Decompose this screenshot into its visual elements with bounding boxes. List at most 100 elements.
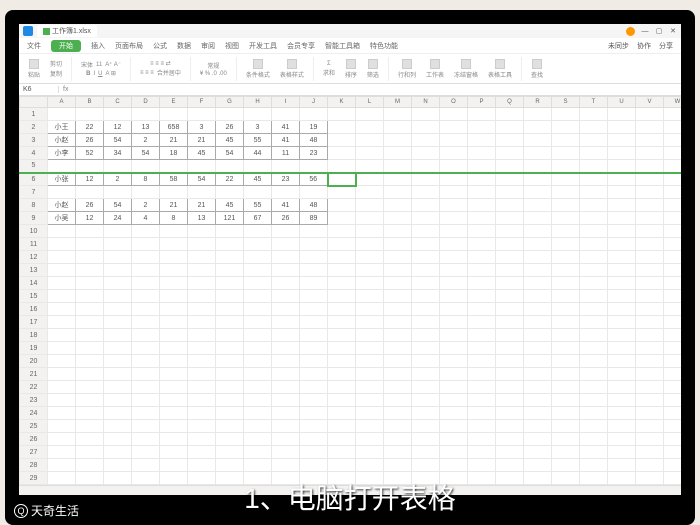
cell[interactable]: [272, 329, 300, 342]
cell[interactable]: [48, 446, 76, 459]
cell[interactable]: [356, 212, 384, 225]
cell[interactable]: [664, 459, 682, 472]
cell[interactable]: 22: [216, 173, 244, 186]
cell[interactable]: [552, 459, 580, 472]
cell[interactable]: [468, 433, 496, 446]
cell[interactable]: [188, 355, 216, 368]
cell[interactable]: [76, 420, 104, 433]
cell[interactable]: [244, 160, 272, 173]
cell[interactable]: [664, 290, 682, 303]
cell[interactable]: [440, 147, 468, 160]
cell[interactable]: [356, 121, 384, 134]
cell[interactable]: [244, 394, 272, 407]
cell[interactable]: [552, 238, 580, 251]
merge-button[interactable]: 合并居中: [157, 68, 181, 77]
cell[interactable]: [104, 277, 132, 290]
cell[interactable]: [160, 420, 188, 433]
cell[interactable]: [384, 316, 412, 329]
cell[interactable]: [496, 290, 524, 303]
cell[interactable]: [216, 368, 244, 381]
collab-button[interactable]: 协作: [637, 41, 651, 51]
cell[interactable]: [412, 420, 440, 433]
cell[interactable]: [160, 251, 188, 264]
cell[interactable]: [496, 251, 524, 264]
cell[interactable]: [664, 420, 682, 433]
cell[interactable]: [76, 368, 104, 381]
cell[interactable]: [272, 446, 300, 459]
cell[interactable]: [188, 459, 216, 472]
cell[interactable]: [384, 407, 412, 420]
cell[interactable]: [468, 394, 496, 407]
cell[interactable]: [48, 303, 76, 316]
cell[interactable]: [384, 108, 412, 121]
cell[interactable]: [132, 303, 160, 316]
cell[interactable]: [580, 407, 608, 420]
cell[interactable]: 26: [76, 199, 104, 212]
cell[interactable]: [132, 394, 160, 407]
cell[interactable]: [300, 342, 328, 355]
document-tab[interactable]: 工作簿1.xlsx: [37, 25, 97, 37]
cell[interactable]: [244, 251, 272, 264]
cell[interactable]: [496, 329, 524, 342]
cell[interactable]: [48, 160, 76, 173]
col-header[interactable]: J: [300, 97, 328, 108]
cell[interactable]: [524, 355, 552, 368]
cell[interactable]: [328, 303, 356, 316]
cell[interactable]: 54: [216, 147, 244, 160]
cell[interactable]: [132, 160, 160, 173]
cell[interactable]: [160, 433, 188, 446]
cell[interactable]: [48, 186, 76, 199]
cell[interactable]: [524, 342, 552, 355]
cell[interactable]: [356, 186, 384, 199]
cell[interactable]: [524, 290, 552, 303]
cell[interactable]: [76, 433, 104, 446]
cell[interactable]: [356, 329, 384, 342]
cell[interactable]: [608, 147, 636, 160]
cell[interactable]: 13: [188, 212, 216, 225]
cell[interactable]: [468, 381, 496, 394]
cell[interactable]: [636, 160, 664, 173]
cell[interactable]: [524, 316, 552, 329]
cell[interactable]: [440, 212, 468, 225]
cell[interactable]: [384, 303, 412, 316]
cell[interactable]: [356, 433, 384, 446]
cell[interactable]: [356, 316, 384, 329]
cell[interactable]: [356, 394, 384, 407]
cell[interactable]: [132, 342, 160, 355]
cell[interactable]: [216, 394, 244, 407]
cell[interactable]: [384, 160, 412, 173]
cell[interactable]: [216, 238, 244, 251]
cell[interactable]: [104, 459, 132, 472]
cell[interactable]: [328, 459, 356, 472]
cell[interactable]: [552, 394, 580, 407]
cell[interactable]: [440, 238, 468, 251]
cell[interactable]: [244, 238, 272, 251]
cell[interactable]: [580, 316, 608, 329]
cell[interactable]: [608, 212, 636, 225]
cell[interactable]: [48, 433, 76, 446]
menu-view[interactable]: 视图: [225, 41, 239, 51]
cell[interactable]: [76, 238, 104, 251]
cell[interactable]: [552, 199, 580, 212]
cell[interactable]: [468, 342, 496, 355]
cell[interactable]: [48, 407, 76, 420]
table-style-icon[interactable]: [287, 59, 297, 69]
cell[interactable]: [552, 290, 580, 303]
cell[interactable]: [76, 316, 104, 329]
row-header[interactable]: 26: [20, 433, 48, 446]
cell[interactable]: [552, 355, 580, 368]
cell[interactable]: [160, 381, 188, 394]
cell[interactable]: [412, 459, 440, 472]
cell[interactable]: [440, 342, 468, 355]
cell[interactable]: [272, 108, 300, 121]
cell[interactable]: [76, 394, 104, 407]
cell[interactable]: [524, 134, 552, 147]
row-header[interactable]: 8: [20, 199, 48, 212]
cell[interactable]: [468, 238, 496, 251]
minimize-button[interactable]: —: [641, 28, 649, 35]
cell[interactable]: [244, 303, 272, 316]
cell[interactable]: [468, 407, 496, 420]
cell[interactable]: [664, 433, 682, 446]
cell[interactable]: [48, 420, 76, 433]
menu-formula[interactable]: 公式: [153, 41, 167, 51]
